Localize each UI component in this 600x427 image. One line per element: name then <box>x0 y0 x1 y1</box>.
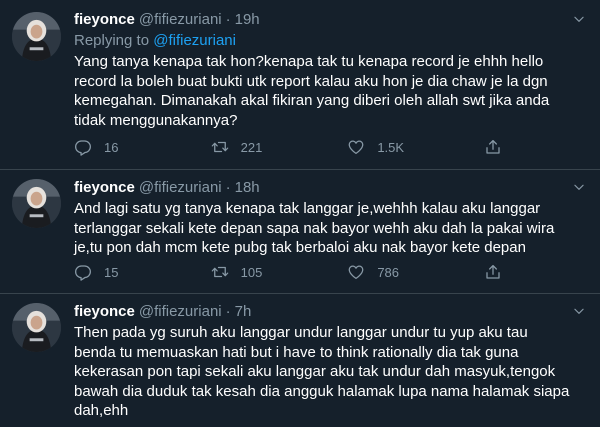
reply-context: Replying to @fifiezuriani <box>74 31 586 50</box>
reply-button[interactable]: 16 <box>74 138 174 156</box>
tweet[interactable]: fieyonce @fifiezuriani · 19h Replying to… <box>0 0 600 170</box>
chevron-down-icon[interactable] <box>572 180 586 194</box>
reply-count: 16 <box>104 139 119 155</box>
retweet-button[interactable]: 105 <box>211 263 311 281</box>
chevron-down-icon[interactable] <box>572 12 586 26</box>
heart-icon <box>347 263 365 281</box>
heart-icon <box>347 138 365 156</box>
display-name[interactable]: fieyonce <box>74 10 135 29</box>
reply-icon <box>74 138 92 156</box>
share-button[interactable] <box>484 138 504 156</box>
timestamp[interactable]: 18h <box>235 178 260 197</box>
share-button[interactable] <box>484 263 504 281</box>
like-count: 1.5K <box>377 139 405 155</box>
timestamp[interactable]: 19h <box>235 10 260 29</box>
share-icon <box>484 263 502 281</box>
separator-dot: · <box>225 11 231 28</box>
reply-icon <box>74 263 92 281</box>
timestamp[interactable]: 7h <box>235 302 252 321</box>
retweet-button[interactable]: 221 <box>211 138 311 156</box>
display-name[interactable]: fieyonce <box>74 178 135 197</box>
reply-count: 15 <box>104 264 119 280</box>
like-button[interactable]: 786 <box>347 263 447 281</box>
tweet-header: fieyonce @fifiezuriani · 18h <box>74 178 586 197</box>
reply-prefix: Replying to <box>74 32 154 49</box>
share-icon <box>484 138 502 156</box>
profile-photo <box>12 303 61 352</box>
like-count: 786 <box>377 264 400 280</box>
chevron-down-icon[interactable] <box>572 304 586 318</box>
tweet-header: fieyonce @fifiezuriani · 19h <box>74 10 586 29</box>
reply-button[interactable]: 15 <box>74 263 174 281</box>
avatar[interactable] <box>12 179 61 228</box>
profile-photo <box>12 179 61 228</box>
user-handle[interactable]: @fifiezuriani <box>139 302 222 321</box>
user-handle[interactable]: @fifiezuriani <box>139 10 222 29</box>
tweet-text: Yang tanya kenapa tak hon?kenapa tak tu … <box>74 53 550 129</box>
reply-mention-link[interactable]: @fifiezuriani <box>153 32 236 49</box>
retweet-count: 221 <box>240 139 263 155</box>
tweet-header: fieyonce @fifiezuriani · 7h <box>74 302 586 321</box>
avatar[interactable] <box>12 303 61 352</box>
avatar[interactable] <box>12 12 61 61</box>
like-button[interactable]: 1.5K <box>347 138 447 156</box>
separator-dot: · <box>225 303 231 320</box>
tweet-text: Then pada yg suruh aku langgar undur lan… <box>74 324 570 420</box>
display-name[interactable]: fieyonce <box>74 302 135 321</box>
tweet[interactable]: fieyonce @fifiezuriani · 18h And lagi sa… <box>0 170 600 294</box>
retweet-count: 105 <box>240 264 263 280</box>
tweet[interactable]: fieyonce @fifiezuriani · 7h Then pada yg… <box>0 294 600 427</box>
tweet-text: And lagi satu yg tanya kenapa tak langga… <box>74 200 555 257</box>
tweet-actions: 15 105 786 <box>74 263 504 281</box>
retweet-icon <box>211 138 229 156</box>
user-handle[interactable]: @fifiezuriani <box>139 178 222 197</box>
retweet-icon <box>211 263 229 281</box>
tweet-actions: 16 221 1.5K <box>74 138 504 156</box>
separator-dot: · <box>225 179 231 196</box>
profile-photo <box>12 12 61 61</box>
